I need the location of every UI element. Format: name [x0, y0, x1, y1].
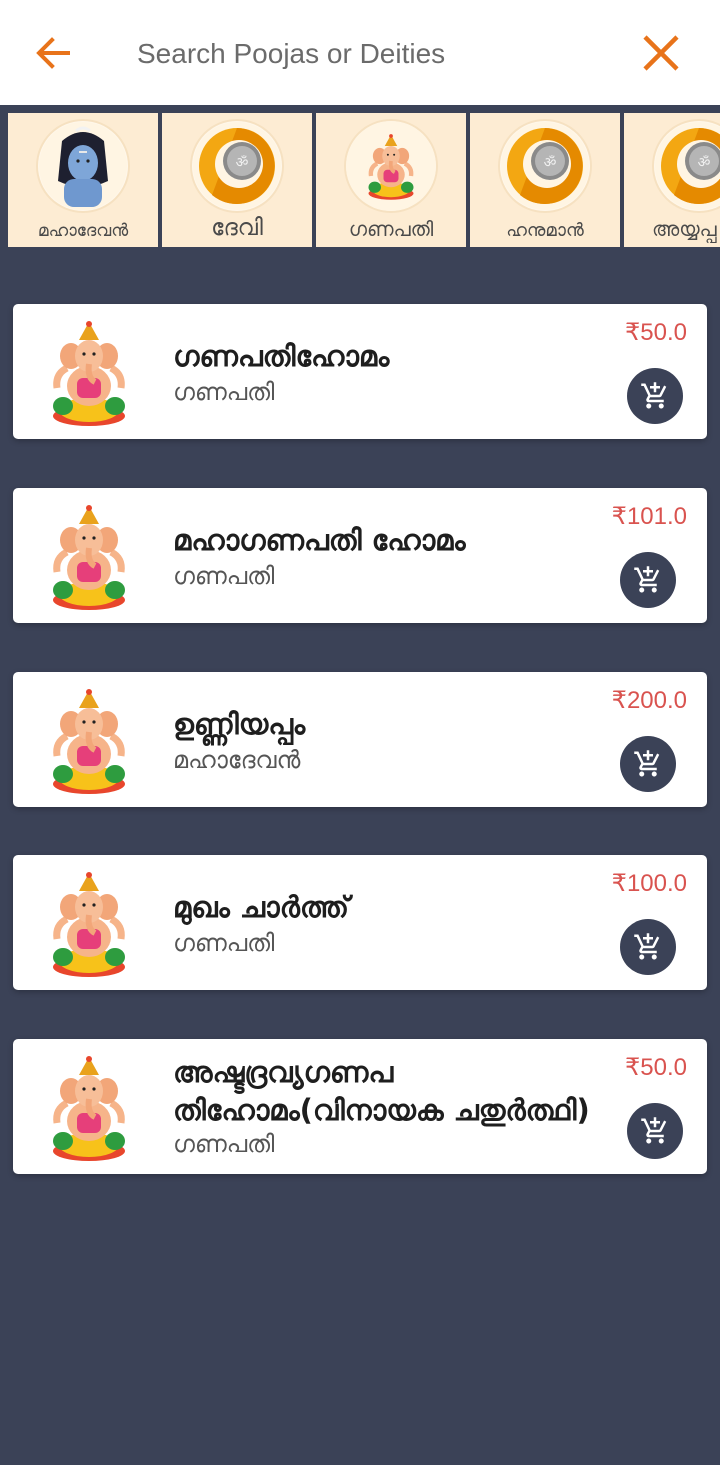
coin-logo-image [654, 121, 720, 211]
add-to-cart-button[interactable] [627, 368, 683, 424]
pooja-title: ഉണ്ണിയപ്പം [173, 707, 306, 741]
pooja-card[interactable]: മഹാഗണപതി ഹോമം ഗണപതി ₹101.0 [13, 488, 707, 623]
ganapathi-image [346, 121, 436, 211]
pooja-card[interactable]: ഗണപതിഹോമം ഗണപതി ₹50.0 [13, 304, 707, 439]
add-cart-icon [633, 565, 663, 595]
add-to-cart-button[interactable] [620, 736, 676, 792]
deity-strip[interactable]: മഹാദേവൻ ദേവി ഗണപതി ഹനുമാൻ അയ്യപ്പ [0, 105, 720, 255]
deity-card-mahadevan[interactable]: മഹാദേവൻ [8, 113, 158, 247]
ganapathi-image [49, 1053, 129, 1161]
pooja-deity: ഗണപതി [173, 1130, 275, 1158]
pooja-deity: ഗണപതി [173, 378, 275, 406]
add-cart-icon [633, 932, 663, 962]
deity-name: ദേവി [211, 215, 263, 241]
pooja-card[interactable]: അഷ്ടദ്രവ്യഗണപതിഹോമം(വിനായക ചതുർത്ഥി) ഗണപ… [13, 1039, 707, 1174]
ganapathi-image [49, 502, 129, 610]
add-cart-icon [633, 749, 663, 779]
back-arrow-icon[interactable] [30, 30, 76, 76]
add-to-cart-button[interactable] [620, 919, 676, 975]
ganapathi-image [49, 318, 129, 426]
pooja-title: മഹാഗണപതി ഹോമം [173, 523, 466, 557]
shiva-image [38, 121, 128, 211]
pooja-price: ₹50.0 [625, 319, 687, 346]
search-input[interactable] [135, 30, 599, 78]
deity-name: ഹനുമാൻ [506, 220, 584, 241]
pooja-price: ₹100.0 [611, 870, 687, 897]
deity-card-devi[interactable]: ദേവി [162, 113, 312, 247]
pooja-deity: ഗണപതി [173, 562, 275, 590]
pooja-deity: ഗണപതി [173, 929, 275, 957]
pooja-price: ₹50.0 [625, 1054, 687, 1081]
pooja-card[interactable]: മുഖം ചാർത്ത് ഗണപതി ₹100.0 [13, 855, 707, 990]
pooja-title: ഗണപതിഹോമം [173, 339, 390, 373]
deity-name: അയ്യപ്പ [652, 217, 717, 241]
ganapathi-image [49, 869, 129, 977]
ganapathi-image [49, 686, 129, 794]
deity-card-ganapathi[interactable]: ഗണപതി [316, 113, 466, 247]
close-icon[interactable] [640, 32, 682, 74]
coin-logo-image [500, 121, 590, 211]
deity-name: ഗണപതി [348, 217, 434, 241]
coin-logo-image [192, 121, 282, 211]
deity-card-ayyappa[interactable]: അയ്യപ്പ [624, 113, 720, 247]
pooja-card[interactable]: ഉണ്ണിയപ്പം മഹാദേവൻ ₹200.0 [13, 672, 707, 807]
add-cart-icon [640, 1116, 670, 1146]
pooja-title: അഷ്ടദ്രവ്യഗണപതിഹോമം(വിനായക ചതുർത്ഥി) [173, 1055, 590, 1127]
add-to-cart-button[interactable] [627, 1103, 683, 1159]
deity-name: മഹാദേവൻ [37, 221, 129, 241]
pooja-price: ₹200.0 [611, 687, 687, 714]
search-header [0, 0, 720, 105]
deity-card-hanuman[interactable]: ഹനുമാൻ [470, 113, 620, 247]
add-to-cart-button[interactable] [620, 552, 676, 608]
pooja-title: മുഖം ചാർത്ത് [173, 890, 350, 924]
pooja-deity: മഹാദേവൻ [173, 746, 301, 774]
pooja-price: ₹101.0 [611, 503, 687, 530]
add-cart-icon [640, 381, 670, 411]
